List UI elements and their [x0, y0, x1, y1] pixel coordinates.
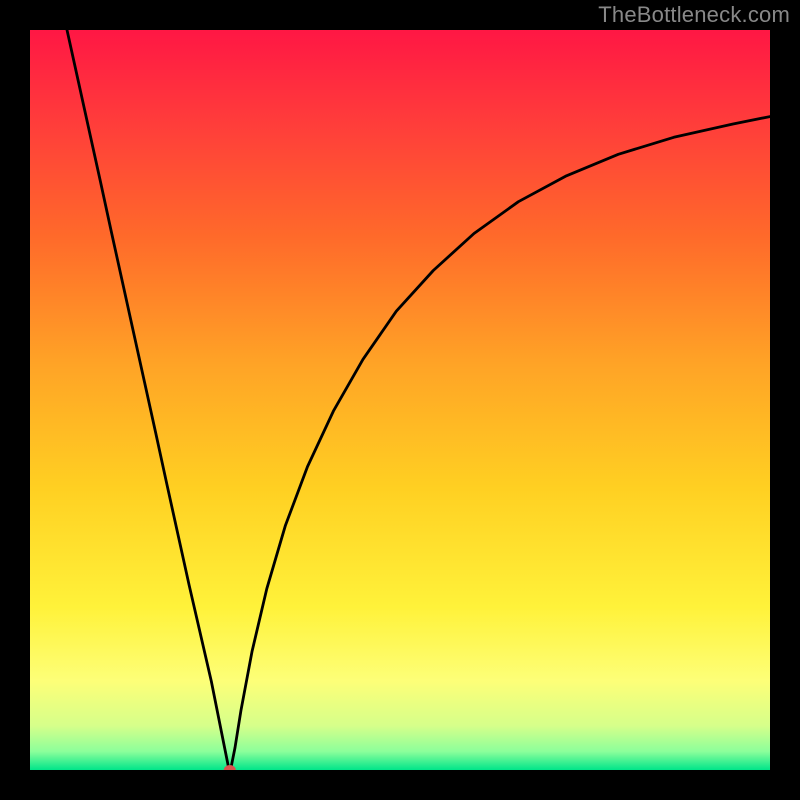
watermark-text: TheBottleneck.com [598, 2, 790, 28]
plot-area [30, 30, 770, 770]
plot-svg [30, 30, 770, 770]
chart-frame: TheBottleneck.com [0, 0, 800, 800]
